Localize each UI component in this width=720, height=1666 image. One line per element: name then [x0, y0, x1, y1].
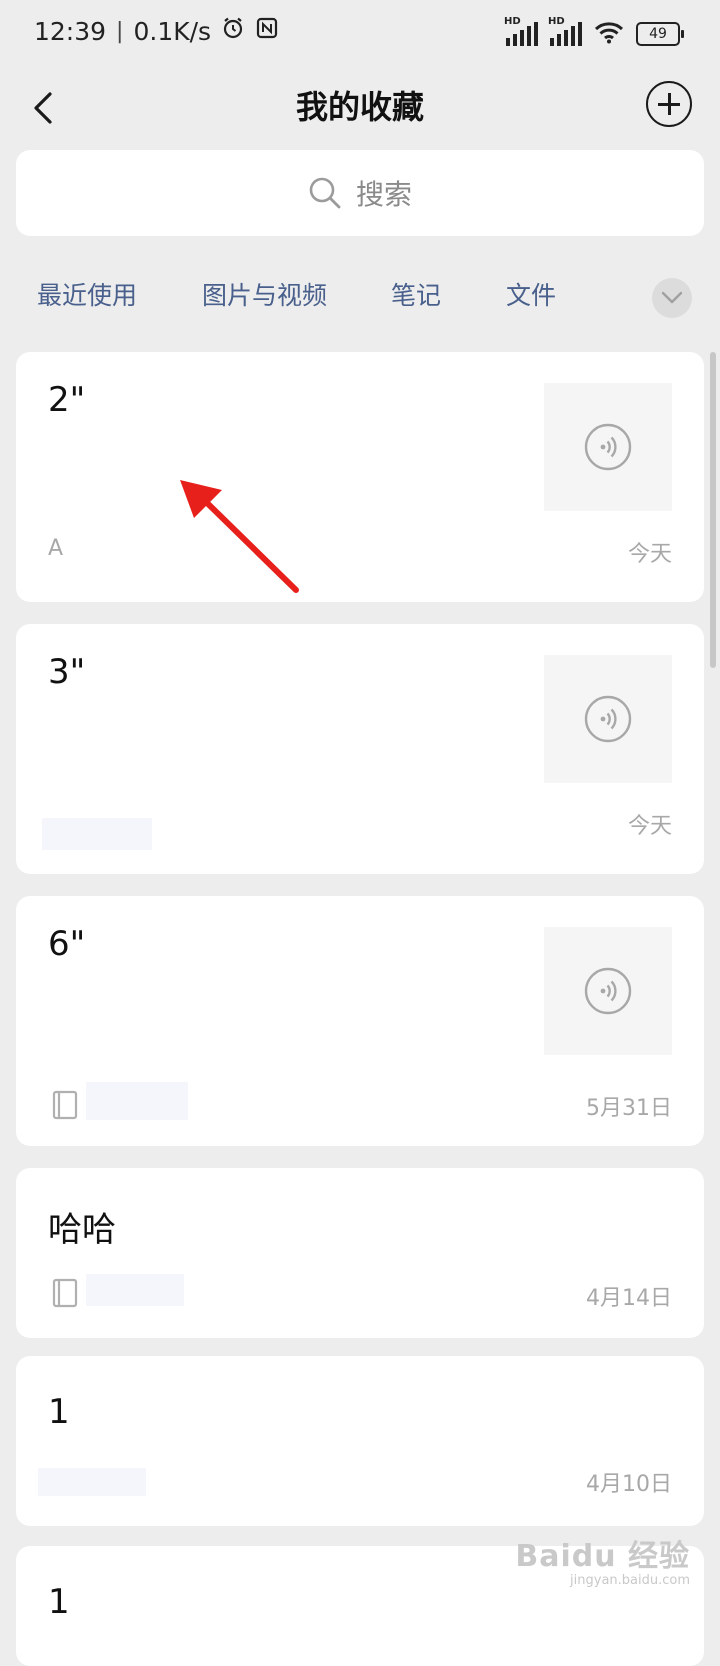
battery-icon: 49 — [636, 22, 684, 46]
chevron-down-icon — [661, 291, 683, 304]
status-time: 12:39 — [34, 16, 107, 46]
card-title: 哈哈 — [48, 1210, 116, 1250]
voice-icon — [584, 695, 632, 743]
expand-tabs-button[interactable] — [652, 278, 692, 318]
card-date: 5月31日 — [586, 1096, 672, 1121]
signal-icon: HD — [504, 16, 538, 46]
voice-icon — [584, 967, 632, 1015]
card-title: 2" — [48, 380, 86, 420]
voice-icon — [584, 423, 632, 471]
card-thumbnail — [544, 655, 672, 783]
add-button[interactable] — [646, 81, 692, 127]
annotation-arrow — [180, 480, 299, 593]
favorite-card[interactable]: 1 4月10日 — [16, 1356, 704, 1526]
search-bar[interactable]: 搜索 — [16, 150, 704, 236]
search-placeholder: 搜索 — [355, 178, 412, 211]
signal-icon: HD — [548, 16, 582, 46]
card-date: 今天 — [627, 814, 672, 839]
top-app-bar: 我的收藏 — [0, 70, 720, 146]
favorite-card[interactable]: 6" 5月31日 — [16, 896, 704, 1146]
tab-files[interactable]: 文件 — [506, 276, 556, 312]
network-speed: 0.1K/s — [133, 16, 212, 46]
card-thumbnail — [544, 383, 672, 511]
favorite-card[interactable]: 3" 今天 — [16, 624, 704, 874]
scrollbar[interactable] — [710, 352, 716, 668]
page-title: 我的收藏 — [295, 88, 424, 126]
hd-label: HD — [548, 16, 565, 27]
status-bar: 12:39 | 0.1K/s HD HD 49 — [0, 0, 720, 70]
watermark: Baidu 经验 jingyan.baidu.com — [515, 1531, 690, 1588]
card-title: 6" — [48, 924, 86, 964]
card-thumbnail — [544, 927, 672, 1055]
note-book-icon — [52, 1090, 78, 1120]
category-tabs: 最近使用 图片与视频 笔记 文件 — [0, 268, 720, 324]
tab-photos-videos[interactable]: 图片与视频 — [202, 276, 327, 312]
card-title: 1 — [48, 1392, 70, 1432]
alarm-icon — [221, 16, 245, 46]
watermark-url: jingyan.baidu.com — [570, 1573, 690, 1588]
card-date: 4月14日 — [586, 1286, 672, 1311]
favorite-card[interactable]: 2" A 今天 — [16, 352, 704, 602]
status-divider: | — [116, 18, 124, 44]
status-left: 12:39 | 0.1K/s — [34, 16, 279, 46]
note-book-icon — [52, 1278, 78, 1308]
redacted-source — [86, 1274, 184, 1306]
favorite-card[interactable]: 哈哈 4月14日 — [16, 1168, 704, 1338]
redacted-source — [38, 1468, 146, 1496]
tab-recent[interactable]: 最近使用 — [37, 276, 137, 312]
battery-level: 49 — [649, 26, 667, 42]
nfc-icon — [255, 16, 279, 46]
card-tag: A — [48, 536, 64, 561]
redacted-source — [86, 1082, 188, 1120]
tab-notes[interactable]: 笔记 — [391, 276, 441, 312]
card-title: 1 — [48, 1582, 70, 1622]
redacted-source — [42, 818, 152, 850]
hd-label: HD — [504, 16, 521, 27]
card-date: 4月10日 — [586, 1472, 672, 1497]
status-right: HD HD 49 — [504, 16, 684, 48]
card-date: 今天 — [627, 542, 672, 567]
search-icon — [309, 177, 341, 209]
card-title: 3" — [48, 652, 86, 692]
wifi-icon — [594, 20, 624, 48]
watermark-brand: Baidu 经验 — [515, 1539, 690, 1574]
